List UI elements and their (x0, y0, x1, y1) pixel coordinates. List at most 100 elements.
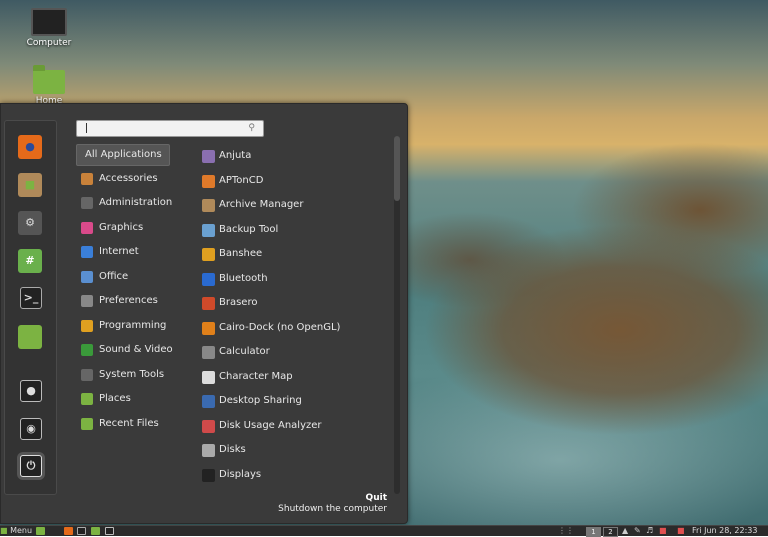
app-cairo-dock-no-opengl[interactable]: Cairo-Dock (no OpenGL) (200, 318, 385, 338)
app-label: Desktop Sharing (219, 395, 302, 406)
category-label: Preferences (99, 295, 158, 306)
mint-menu-icon: ■ (0, 526, 8, 535)
category-preferences[interactable]: Preferences (76, 291, 168, 311)
quit-description: Shutdown the computer (278, 504, 387, 514)
bottom-panel: ■ Menu ⋮⋮ 1 2 ▲ ✎ ♬ ■ ■ Fri Jun 28, 22:3… (0, 525, 768, 537)
places-icon (81, 393, 93, 405)
category-label: Graphics (99, 221, 144, 233)
app-label: Anjuta (219, 150, 252, 161)
app-displays[interactable]: Displays (200, 465, 385, 485)
category-label: Accessories (99, 172, 158, 184)
displays-icon (202, 468, 215, 482)
category-sound-video[interactable]: Sound & Video (76, 340, 173, 360)
category-programming[interactable]: Programming (76, 316, 168, 336)
firefox-launcher-icon[interactable] (64, 527, 73, 535)
app-label: Brasero (219, 297, 258, 308)
category-label: Sound & Video (99, 344, 173, 355)
app-archive-manager[interactable]: Archive Manager (200, 195, 385, 215)
category-label: Administration (99, 197, 173, 208)
app-anjuta[interactable]: Anjuta (200, 146, 385, 166)
workspace-1[interactable]: 1 (586, 527, 601, 537)
category-accessories[interactable]: Accessories (76, 169, 168, 189)
character-map-icon (202, 370, 215, 384)
app-character-map[interactable]: Character Map (200, 367, 385, 387)
workspace-2[interactable]: 2 (603, 527, 618, 537)
package-icon: ■ (24, 178, 36, 191)
desktop-sharing-icon (202, 395, 215, 408)
office-icon (81, 270, 93, 283)
app-disk-usage-analyzer[interactable]: Disk Usage Analyzer (200, 416, 385, 436)
favorite-shutdown[interactable]: ⏻ (20, 455, 42, 477)
favorite-files[interactable] (18, 325, 42, 349)
power-launcher-icon[interactable] (105, 527, 114, 535)
favorite-system-settings[interactable]: ⚙ (18, 211, 42, 235)
app-label: APTonCD (219, 174, 264, 186)
text-caret (86, 123, 87, 133)
app-disks[interactable]: Disks (200, 440, 385, 460)
show-desktop-icon[interactable] (36, 527, 45, 535)
quit-title: Quit (365, 493, 387, 503)
category-label: Office (99, 270, 129, 282)
disk-usage-icon (202, 419, 215, 433)
favorite-terminal[interactable]: >_ (20, 287, 42, 309)
favorite-software-manager[interactable]: ■ (18, 173, 42, 197)
category-office[interactable]: Office (76, 267, 168, 287)
app-calculator[interactable]: Calculator (200, 342, 385, 362)
app-bluetooth[interactable]: Bluetooth (200, 269, 385, 289)
backup-tool-icon (202, 223, 215, 237)
category-internet[interactable]: Internet (76, 242, 168, 262)
category-label: Places (99, 393, 131, 404)
app-label: Cairo-Dock (no OpenGL) (219, 321, 341, 333)
desktop-icon-computer[interactable]: Computer (19, 8, 79, 48)
logout-icon: ◉ (26, 422, 36, 435)
desktop-icon-home[interactable]: Home (19, 65, 79, 106)
app-label: Character Map (219, 370, 293, 382)
category-places[interactable]: Places (76, 389, 168, 409)
app-label: Calculator (219, 346, 270, 357)
app-brasero[interactable]: Brasero (200, 293, 385, 313)
favorite-logout[interactable]: ◉ (20, 418, 42, 440)
disks-icon (202, 444, 215, 457)
administration-icon (81, 197, 93, 209)
category-graphics[interactable]: Graphics (76, 218, 168, 238)
category-all-applications[interactable]: All Applications (76, 144, 170, 166)
terminal-icon: >_ (23, 291, 39, 304)
app-backup-tool[interactable]: Backup Tool (200, 220, 385, 240)
app-desktop-sharing[interactable]: Desktop Sharing (200, 391, 385, 411)
cairo-dock-icon (202, 321, 215, 335)
search-input[interactable]: ⚲ (76, 120, 264, 137)
desktop-icon-label: Computer (26, 38, 72, 48)
application-menu: ● ■ ⚙ # >_ ● ◉ ⏻ ⚲ All Applications Acces… (0, 103, 408, 524)
favorite-lock-screen[interactable]: ● (20, 380, 42, 402)
category-recent-files[interactable]: Recent Files (76, 414, 168, 434)
programming-icon (81, 319, 93, 332)
app-aptoncd[interactable]: APTonCD (200, 171, 385, 191)
system-tools-icon (81, 368, 93, 381)
firefox-icon: ● (25, 140, 35, 153)
favorites-bar: ● ■ ⚙ # >_ ● ◉ ⏻ (4, 120, 57, 495)
banshee-icon (202, 248, 215, 261)
app-label: Bluetooth (219, 272, 268, 284)
application-list-scrollbar[interactable] (394, 136, 400, 494)
app-label: Disks (219, 444, 246, 455)
archive-manager-icon (202, 199, 215, 212)
favorite-firefox[interactable]: ● (18, 135, 42, 159)
category-system-tools[interactable]: System Tools (76, 365, 168, 385)
favorite-terminal-green[interactable]: # (18, 249, 42, 273)
folder-icon (18, 325, 42, 349)
app-banshee[interactable]: Banshee (200, 244, 385, 264)
files-launcher-icon[interactable] (91, 527, 100, 535)
bluetooth-icon (202, 272, 215, 286)
brasero-icon (202, 297, 215, 310)
category-label: Programming (99, 319, 167, 331)
menu-button-label: Menu (10, 526, 33, 535)
aptoncd-icon (202, 174, 215, 188)
hashtag-terminal-icon: # (25, 254, 35, 267)
home-folder-icon (33, 65, 65, 94)
category-label: All Applications (85, 149, 162, 160)
app-label: Disk Usage Analyzer (219, 419, 322, 431)
terminal-launcher-icon[interactable] (77, 527, 86, 535)
category-administration[interactable]: Administration (76, 193, 172, 213)
internet-icon (81, 246, 93, 258)
scrollbar-thumb[interactable] (394, 136, 400, 201)
